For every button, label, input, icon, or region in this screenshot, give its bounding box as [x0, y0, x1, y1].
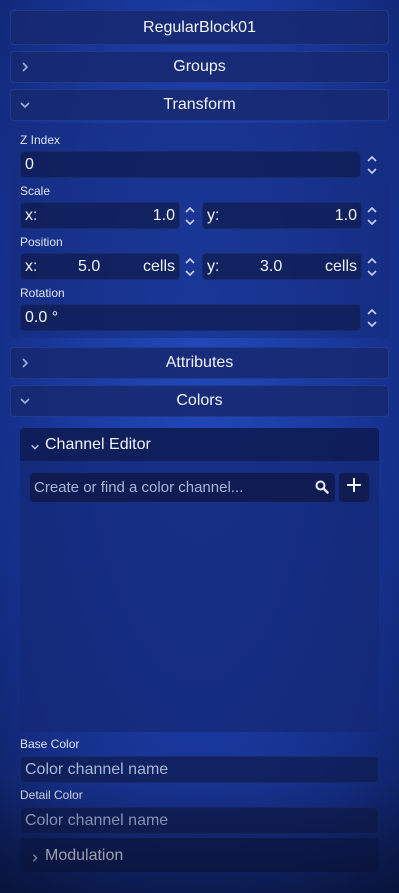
position-x-field[interactable]: x: 5.0 cells [20, 253, 180, 280]
detail-color-label: Detail Color [20, 788, 83, 802]
base-color-placeholder: Color channel name [25, 760, 169, 778]
scale-x-label: x: [25, 206, 38, 224]
z-index-label: Z Index [20, 133, 61, 147]
rotation-stepper[interactable] [365, 304, 379, 331]
position-x-value: 5.0 [78, 257, 101, 275]
position-x-label: x: [25, 257, 38, 275]
position-y-value: 3.0 [260, 257, 283, 275]
position-label: Position [20, 235, 63, 249]
scale-y-value: 1.0 [334, 206, 357, 224]
chevron-down-icon [30, 439, 40, 457]
section-attributes-title: Attributes [165, 354, 234, 371]
search-placeholder: Create or find a color channel... [34, 479, 244, 496]
section-transform[interactable]: Transform [10, 89, 389, 121]
section-transform-title: Transform [163, 96, 236, 113]
object-name: RegularBlock01 [143, 18, 256, 36]
plus-icon [346, 477, 362, 498]
position-y-field[interactable]: y: 3.0 cells [202, 253, 362, 280]
scale-x-value: 1.0 [152, 206, 175, 224]
modulation-title: Modulation [45, 847, 124, 864]
modulation-header[interactable]: Modulation [20, 838, 379, 872]
base-color-label: Base Color [20, 737, 80, 751]
scale-y-stepper[interactable] [365, 202, 379, 229]
rotation-label: Rotation [20, 286, 65, 300]
scale-x-stepper[interactable] [183, 202, 197, 229]
position-y-unit: cells [324, 257, 357, 275]
z-index-value: 0 [25, 155, 34, 173]
position-x-unit: cells [142, 257, 175, 275]
channel-editor-title: Channel Editor [45, 436, 151, 453]
chevron-right-icon [30, 850, 40, 868]
scale-y-field[interactable]: y: 1.0 [202, 202, 362, 229]
scale-x-field[interactable]: x: 1.0 [20, 202, 180, 229]
section-attributes[interactable]: Attributes [10, 347, 389, 379]
base-color-field[interactable]: Color channel name [20, 756, 379, 783]
detail-color-field[interactable]: Color channel name [20, 807, 379, 834]
search-icon[interactable] [315, 480, 329, 499]
z-index-field[interactable]: 0 [20, 151, 361, 178]
color-channel-search-input[interactable]: Create or find a color channel... [30, 473, 335, 502]
rotation-field[interactable]: 0.0 ° [20, 304, 361, 331]
rotation-value: 0.0 ° [25, 308, 59, 326]
channel-editor-header[interactable]: Channel Editor [20, 428, 379, 461]
detail-color-placeholder: Color channel name [25, 811, 169, 829]
scale-y-label: y: [207, 206, 220, 224]
section-colors-title: Colors [176, 392, 223, 409]
scale-label: Scale [20, 184, 51, 198]
add-channel-button[interactable] [339, 473, 369, 502]
object-name-bar[interactable]: RegularBlock01 [10, 10, 389, 45]
z-index-stepper[interactable] [365, 151, 379, 178]
position-y-stepper[interactable] [365, 253, 379, 280]
section-colors[interactable]: Colors [10, 385, 389, 417]
position-x-stepper[interactable] [183, 253, 197, 280]
section-groups[interactable]: Groups [10, 51, 389, 83]
section-groups-title: Groups [173, 58, 226, 75]
position-y-label: y: [207, 257, 220, 275]
